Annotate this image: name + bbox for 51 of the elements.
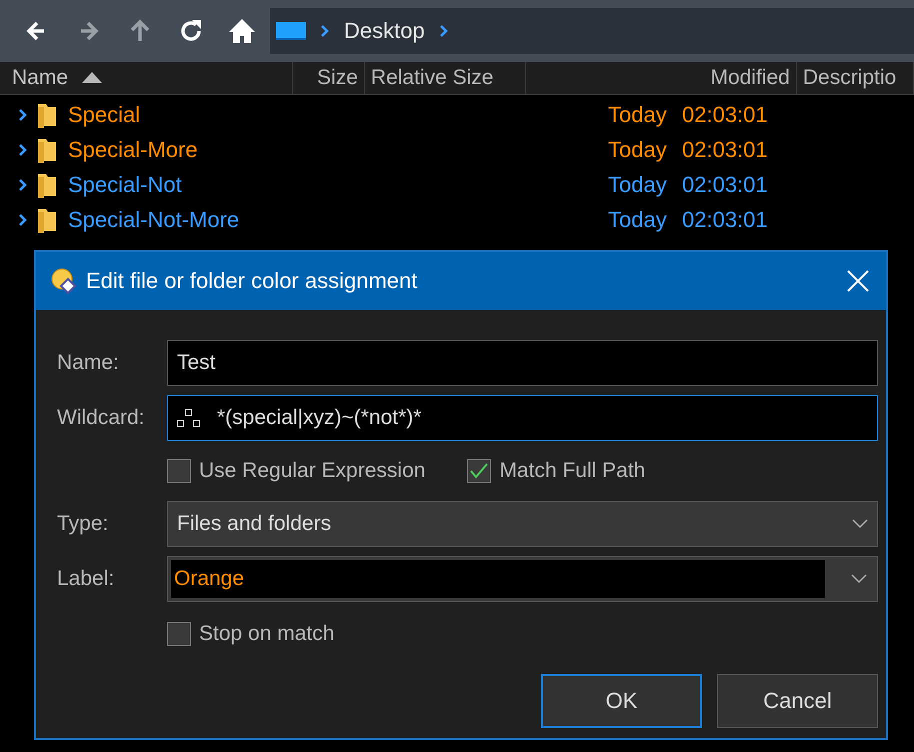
dialog-button[interactable]: Cancel bbox=[717, 674, 878, 728]
close-icon bbox=[847, 270, 869, 292]
folder-name[interactable]: Special-Not bbox=[68, 172, 608, 198]
chevron-icon bbox=[18, 142, 28, 156]
dialog-title: Edit file or folder color assignment bbox=[86, 268, 418, 294]
pattern-icon bbox=[177, 409, 201, 427]
dropdown-caret-icon bbox=[851, 574, 867, 584]
label-dropdown[interactable]: Orange bbox=[167, 556, 878, 602]
modified-time: 02:03:01 bbox=[682, 172, 768, 198]
field-label: Name: bbox=[57, 351, 120, 375]
address-bar[interactable]: Desktop bbox=[270, 8, 914, 54]
type-dropdown[interactable]: Files and folders bbox=[167, 501, 878, 547]
modified-date: Today bbox=[608, 136, 668, 162]
checkmark-icon bbox=[470, 463, 488, 479]
folder-name[interactable]: Special bbox=[68, 102, 608, 128]
folder-name[interactable]: Special-More bbox=[68, 136, 608, 162]
folder-icon bbox=[36, 206, 58, 232]
chevron-icon bbox=[18, 178, 28, 192]
folder-icon bbox=[36, 102, 58, 128]
monitor-icon bbox=[276, 20, 306, 42]
folder-icon bbox=[36, 172, 58, 198]
checkbox[interactable]: Stop on match bbox=[167, 622, 334, 646]
input-field[interactable]: *(special|xyz)~(*not*)* bbox=[167, 395, 878, 441]
field-label: Type: bbox=[57, 512, 110, 536]
dropdown-caret-icon bbox=[852, 519, 868, 529]
column-header[interactable]: Name bbox=[0, 62, 293, 94]
chevron-icon bbox=[18, 108, 28, 122]
folder-name[interactable]: Special-Not-More bbox=[68, 206, 608, 232]
modified-date: Today bbox=[608, 102, 668, 128]
field-label: Wildcard: bbox=[57, 406, 146, 430]
chevron-icon bbox=[320, 24, 330, 38]
color-label-icon bbox=[50, 267, 78, 295]
chevron-icon bbox=[18, 212, 28, 226]
checkbox[interactable]: Use Regular Expression bbox=[167, 459, 426, 483]
checkbox[interactable]: Match Full Path bbox=[467, 459, 646, 483]
input-field[interactable]: Test bbox=[167, 340, 878, 386]
modified-time: 02:03:01 bbox=[682, 136, 768, 162]
modified-time: 02:03:01 bbox=[682, 102, 768, 128]
field-label: Label: bbox=[57, 567, 116, 591]
sort-ascending-icon bbox=[82, 72, 102, 84]
dialog-button[interactable]: OK bbox=[541, 674, 702, 728]
modified-date: Today bbox=[608, 206, 668, 232]
modified-time: 02:03:01 bbox=[682, 206, 768, 232]
column-header[interactable]: Modified bbox=[526, 62, 797, 94]
column-header[interactable]: Relative Size bbox=[364, 62, 526, 94]
chevron-icon bbox=[438, 24, 449, 38]
modified-date: Today bbox=[608, 172, 668, 198]
breadcrumb-item[interactable]: Desktop bbox=[344, 18, 425, 44]
folder-icon bbox=[36, 136, 58, 162]
column-header[interactable]: Descriptio bbox=[796, 62, 914, 94]
column-header[interactable]: Size bbox=[292, 62, 365, 94]
